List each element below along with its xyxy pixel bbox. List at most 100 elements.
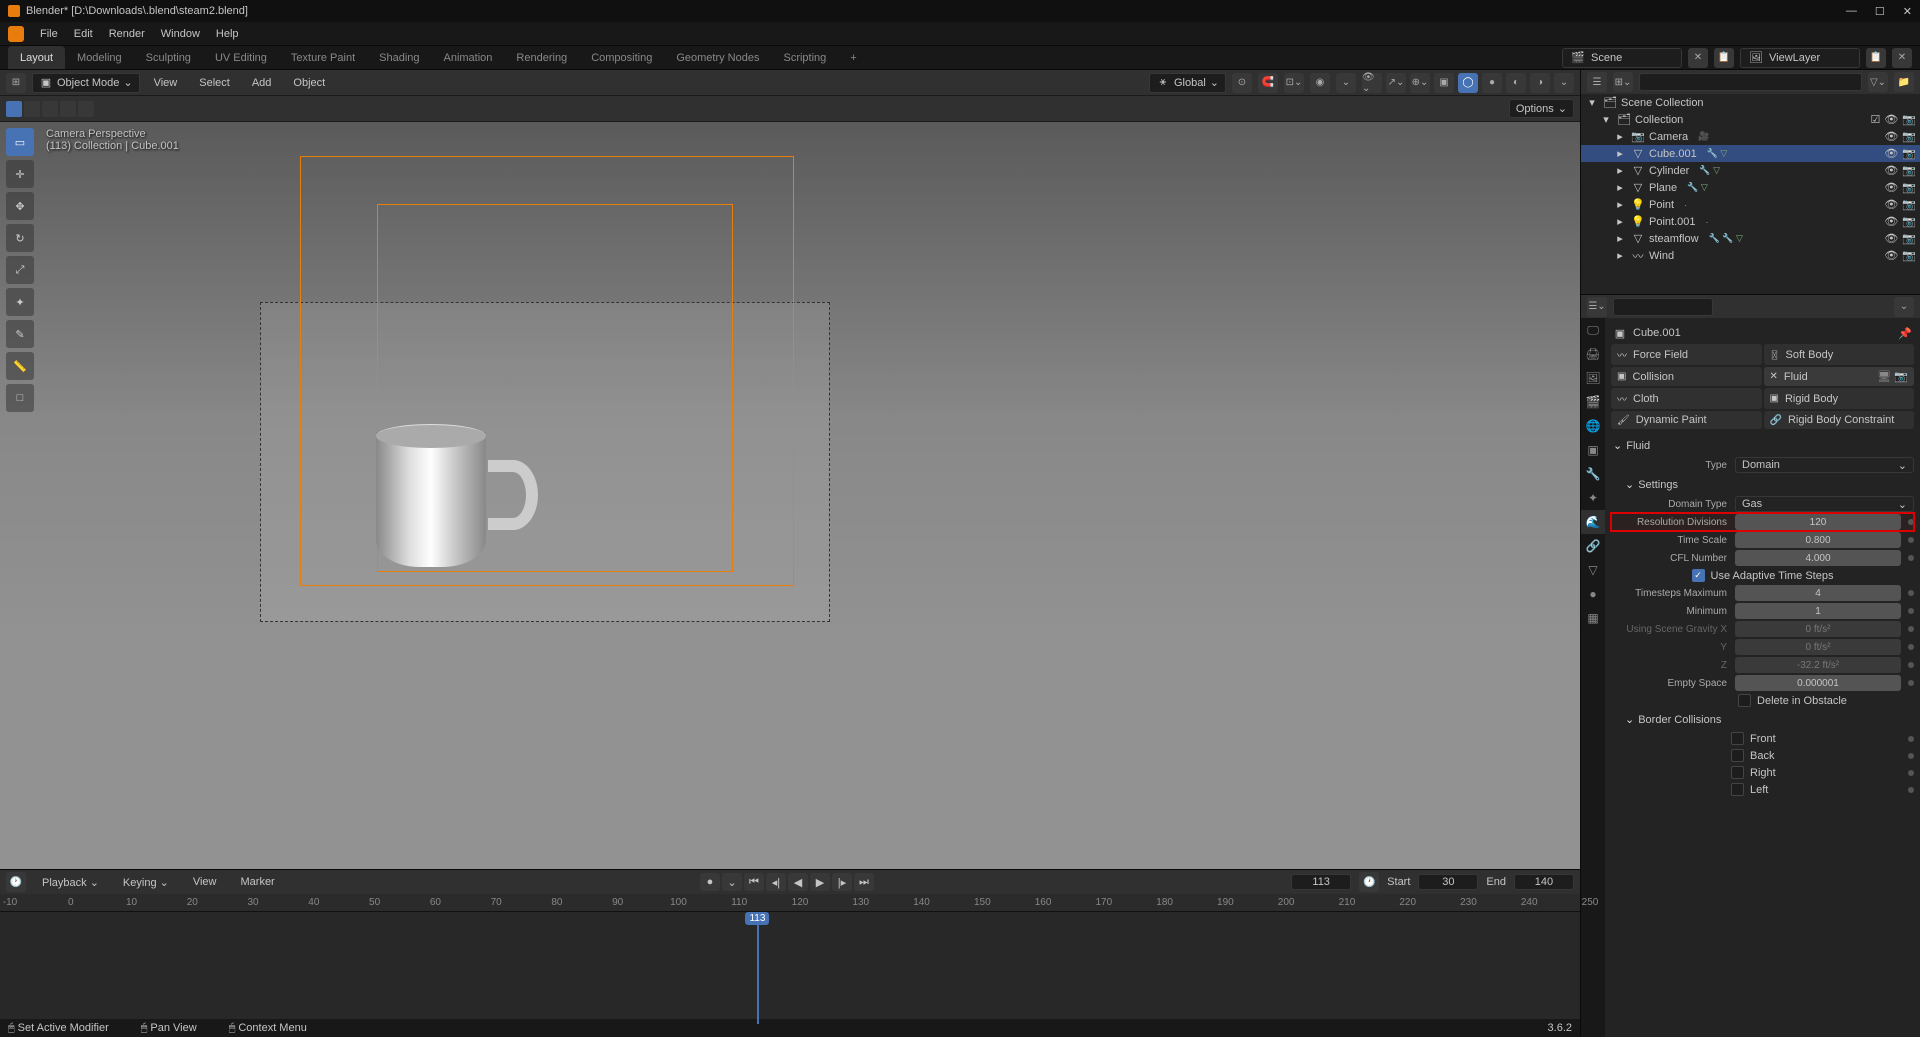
tab-layout[interactable]: Layout	[8, 46, 65, 69]
select-mode5-icon[interactable]	[78, 101, 94, 117]
fluid-panel-header[interactable]: ⌄ Fluid	[1611, 435, 1914, 456]
chevron-right-icon[interactable]: ▸	[1613, 232, 1627, 245]
annotate-tool[interactable]: ✎	[6, 320, 34, 348]
anim-dot[interactable]	[1908, 608, 1914, 614]
scene-new-button[interactable]: 📋	[1714, 48, 1734, 68]
menu-help[interactable]: Help	[208, 28, 247, 40]
adaptive-checkbox[interactable]: ✓	[1692, 569, 1705, 582]
outliner-editor-type-button[interactable]: ☰	[1587, 72, 1607, 92]
next-key-button[interactable]: |▸	[832, 873, 852, 891]
autokey-button[interactable]: ●	[700, 873, 720, 891]
proportional-edit-button[interactable]: ◉	[1310, 73, 1330, 93]
anim-dot[interactable]	[1908, 626, 1914, 632]
eye-icon[interactable]: 👁	[1884, 147, 1898, 160]
viewlayer-remove-button[interactable]: ✕	[1892, 48, 1912, 68]
outliner-item[interactable]: ▸ ▽ steamflow 🔧 🔧 ▽ 👁📷	[1581, 230, 1920, 247]
eye-icon[interactable]: 👁	[1884, 249, 1898, 262]
autokey-options-button[interactable]: ⌄	[722, 873, 742, 891]
minimize-button[interactable]: —	[1846, 5, 1857, 18]
viewlayer-selector[interactable]: 🖼 ViewLayer	[1740, 48, 1860, 68]
prev-key-button[interactable]: ◂|	[766, 873, 786, 891]
viewlayer-new-button[interactable]: 📋	[1866, 48, 1886, 68]
select-mode-icon[interactable]	[6, 101, 22, 117]
anim-dot[interactable]	[1908, 680, 1914, 686]
ptab-scene[interactable]: 🎬	[1581, 390, 1605, 414]
start-frame-input[interactable]: 30	[1418, 874, 1478, 890]
overlays-button[interactable]: ⊕⌄	[1410, 73, 1430, 93]
render-icon[interactable]: 📷	[1902, 232, 1916, 245]
3d-viewport[interactable]: ▭ ✛ ✥ ↻ ⤢ ✦ ✎ 📏 □ Camera Perspective (11…	[0, 122, 1580, 869]
ptab-modifiers[interactable]: 🔧	[1581, 462, 1605, 486]
visibility-button[interactable]: 👁⌄	[1362, 73, 1382, 93]
proportional-options-button[interactable]: ⌄	[1336, 73, 1356, 93]
add-workspace-button[interactable]: +	[838, 46, 868, 69]
shading-matprev-button[interactable]: ◐	[1506, 73, 1526, 93]
snap-button[interactable]: 🧲	[1258, 73, 1278, 93]
preview-range-button[interactable]: 🕐	[1359, 872, 1379, 892]
border-collisions-header[interactable]: ⌄ Border Collisions	[1611, 709, 1914, 730]
border-right-row[interactable]: Right	[1611, 764, 1914, 781]
playhead[interactable]	[757, 912, 759, 1024]
xray-button[interactable]: ▣	[1434, 73, 1454, 93]
rigid-body-constraint-button[interactable]: 🔗 Rigid Body Constraint	[1764, 411, 1915, 429]
tab-texture-paint[interactable]: Texture Paint	[279, 46, 367, 69]
ptab-material[interactable]: ●	[1581, 582, 1605, 606]
check-icon[interactable]: ☑	[1870, 113, 1880, 126]
eye-icon[interactable]: 👁	[1884, 113, 1898, 126]
delete-obstacle-row[interactable]: Delete in Obstacle	[1611, 692, 1914, 709]
outliner-item[interactable]: ▸ ▽ Cylinder 🔧 ▽ 👁📷	[1581, 162, 1920, 179]
anim-dot[interactable]	[1908, 644, 1914, 650]
mode-selector[interactable]: ▣ Object Mode ⌄	[32, 73, 140, 93]
select-mode3-icon[interactable]	[42, 101, 58, 117]
chevron-right-icon[interactable]: ▸	[1613, 130, 1627, 143]
editor-type-button[interactable]: ⊞	[6, 73, 26, 93]
options-dropdown[interactable]: Options ⌄	[1509, 99, 1574, 118]
rotate-tool[interactable]: ↻	[6, 224, 34, 252]
render-icon[interactable]: 📷	[1902, 147, 1916, 160]
properties-search-input[interactable]	[1613, 298, 1713, 316]
object-menu[interactable]: Object	[285, 77, 333, 89]
anim-dot[interactable]	[1908, 590, 1914, 596]
timeline-editor-type-button[interactable]: 🕐	[6, 872, 26, 892]
props-editor-type-button[interactable]: ☰⌄	[1587, 297, 1607, 317]
keying-menu[interactable]: Keying ⌄	[115, 876, 177, 889]
timeline-ruler[interactable]: -100102030405060708090100110120130140150…	[0, 894, 1580, 912]
scene-browse-button[interactable]: ✕	[1688, 48, 1708, 68]
props-options-button[interactable]: ⌄	[1894, 297, 1914, 317]
border-right-checkbox[interactable]	[1731, 766, 1744, 779]
force-field-button[interactable]: 〰 Force Field	[1611, 344, 1762, 365]
anim-dot[interactable]	[1908, 736, 1914, 742]
ptab-texture[interactable]: ▦	[1581, 606, 1605, 630]
scene-selector[interactable]: 🎬 Scene	[1562, 48, 1682, 68]
add-menu[interactable]: Add	[244, 77, 280, 89]
border-left-row[interactable]: Left	[1611, 781, 1914, 798]
jump-end-button[interactable]: ⏭	[854, 873, 874, 891]
ptab-output[interactable]: 🖨	[1581, 342, 1605, 366]
anim-dot[interactable]	[1908, 555, 1914, 561]
chevron-down-icon[interactable]: ▾	[1599, 113, 1613, 126]
eye-icon[interactable]: 👁	[1884, 232, 1898, 245]
outliner-item[interactable]: ▸ ▽ Plane 🔧 ▽ 👁📷	[1581, 179, 1920, 196]
outliner-collection[interactable]: ▾ 🗂 Collection ☑👁📷	[1581, 111, 1920, 128]
ptab-object[interactable]: ▣	[1581, 438, 1605, 462]
eye-icon[interactable]: 👁	[1884, 198, 1898, 211]
delete-obstacle-checkbox[interactable]	[1738, 694, 1751, 707]
tab-scripting[interactable]: Scripting	[771, 46, 838, 69]
outliner-item[interactable]: ▸ 💡 Point.001 · 👁📷	[1581, 213, 1920, 230]
ptab-render[interactable]: 🖵	[1581, 318, 1605, 342]
border-front-row[interactable]: Front	[1611, 730, 1914, 747]
render-icon[interactable]: 📷	[1902, 130, 1916, 143]
render-icon[interactable]: 📷	[1902, 164, 1916, 177]
render-icon[interactable]: 📷	[1902, 249, 1916, 262]
anim-dot[interactable]	[1908, 770, 1914, 776]
border-back-row[interactable]: Back	[1611, 747, 1914, 764]
tab-rendering[interactable]: Rendering	[504, 46, 579, 69]
outliner-filter-button[interactable]: ▽⌄	[1868, 72, 1888, 92]
border-back-checkbox[interactable]	[1731, 749, 1744, 762]
eye-icon[interactable]: 👁	[1884, 181, 1898, 194]
marker-menu[interactable]: Marker	[233, 876, 283, 888]
anim-dot[interactable]	[1908, 753, 1914, 759]
shading-solid-button[interactable]: ●	[1482, 73, 1502, 93]
current-frame-input[interactable]: 113	[1291, 874, 1351, 890]
outliner-search-input[interactable]	[1639, 73, 1862, 91]
